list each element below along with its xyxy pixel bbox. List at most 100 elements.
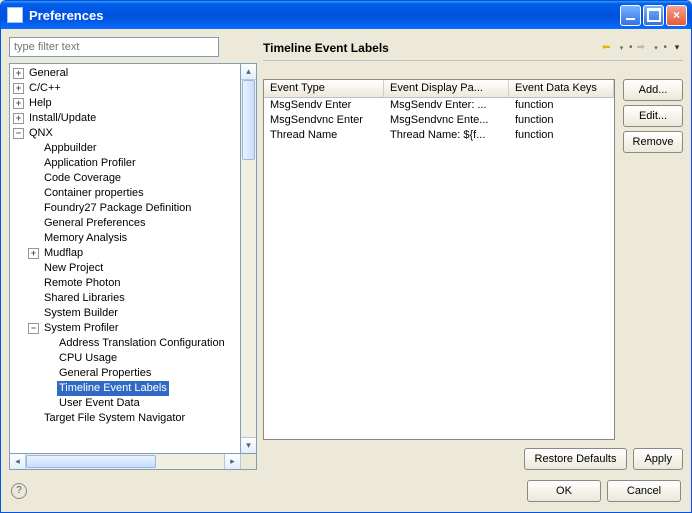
add-button[interactable]: Add... (623, 79, 683, 101)
scroll-thumb[interactable] (242, 80, 255, 160)
tree-item[interactable]: System Profiler (28, 321, 240, 336)
tree-item-label: Address Translation Configuration (57, 336, 227, 351)
help-icon[interactable]: ? (11, 483, 27, 499)
tree-item-label: System Profiler (42, 321, 121, 336)
tree-item[interactable]: Foundry27 Package Definition (28, 201, 240, 216)
expander-icon[interactable] (13, 98, 24, 109)
table-row[interactable]: Thread NameThread Name: ${f...function (264, 128, 614, 143)
tree-item[interactable]: Container properties (28, 186, 240, 201)
tree-item[interactable]: System Builder (28, 306, 240, 321)
tree-item-label: Shared Libraries (42, 291, 127, 306)
tree-item[interactable]: C/C++ (13, 81, 240, 96)
tree-item[interactable]: Timeline Event Labels (43, 381, 240, 396)
tree-item[interactable]: QNX (13, 126, 240, 141)
tree-item-label: General (27, 66, 70, 81)
event-labels-table[interactable]: Event Type Event Display Pa... Event Dat… (263, 79, 615, 440)
tree-item-label: Mudflap (42, 246, 85, 261)
close-button[interactable]: × (666, 5, 687, 26)
tree-vertical-scrollbar[interactable]: ▴ ▾ (241, 63, 257, 454)
tree-item[interactable]: Help (13, 96, 240, 111)
cell-event-pattern: MsgSendvnc Ente... (384, 113, 509, 128)
app-icon (7, 7, 23, 23)
edit-button[interactable]: Edit... (623, 105, 683, 127)
cell-event-type: MsgSendvnc Enter (264, 113, 384, 128)
title-bar[interactable]: Preferences × (1, 1, 691, 29)
tree-item[interactable]: Mudflap (28, 246, 240, 261)
cell-event-pattern: Thread Name: ${f... (384, 128, 509, 143)
tree-item-label: Help (27, 96, 54, 111)
tree-item[interactable]: General (13, 66, 240, 81)
tree-item-label: QNX (27, 126, 55, 141)
page-title: Timeline Event Labels (263, 41, 389, 55)
tree-item[interactable]: Appbuilder (28, 141, 240, 156)
back-menu-icon[interactable] (618, 42, 625, 54)
expander-icon[interactable] (13, 113, 24, 124)
window-title: Preferences (29, 8, 103, 23)
tree-item[interactable]: Shared Libraries (28, 291, 240, 306)
tree-item-label: Container properties (42, 186, 146, 201)
tree-item-label: General Preferences (42, 216, 148, 231)
tree-item-label: New Project (42, 261, 105, 276)
col-event-pattern[interactable]: Event Display Pa... (384, 80, 509, 97)
tree-item[interactable]: General Preferences (28, 216, 240, 231)
tree-item[interactable]: CPU Usage (43, 351, 240, 366)
scroll-corner (240, 454, 256, 469)
expander-icon[interactable] (13, 128, 24, 139)
tree-item[interactable]: Address Translation Configuration (43, 336, 240, 351)
scroll-left-button[interactable]: ◂ (10, 454, 26, 469)
cell-event-keys: function (509, 113, 614, 128)
tree-item-label: General Properties (57, 366, 153, 381)
expander-icon[interactable] (28, 323, 39, 334)
col-event-type[interactable]: Event Type (264, 80, 384, 97)
tree-horizontal-scrollbar[interactable]: ◂ ▸ (9, 454, 257, 470)
preferences-tree[interactable]: GeneralC/C++HelpInstall/UpdateQNXAppbuil… (9, 63, 241, 454)
cell-event-pattern: MsgSendv Enter: ... (384, 98, 509, 113)
tree-item-label: C/C++ (27, 81, 63, 96)
tree-item-label: Remote Photon (42, 276, 122, 291)
apply-button[interactable]: Apply (633, 448, 683, 470)
tree-item-label: System Builder (42, 306, 120, 321)
cell-event-keys: function (509, 128, 614, 143)
forward-menu-icon[interactable] (652, 42, 659, 54)
tree-item[interactable]: General Properties (43, 366, 240, 381)
expander-icon[interactable] (28, 248, 39, 259)
cell-event-type: Thread Name (264, 128, 384, 143)
hscroll-thumb[interactable] (26, 455, 156, 468)
table-row[interactable]: MsgSendv EnterMsgSendv Enter: ...functio… (264, 98, 614, 113)
tree-item[interactable]: Remote Photon (28, 276, 240, 291)
tree-item-label: Timeline Event Labels (57, 381, 169, 396)
tree-item[interactable]: User Event Data (43, 396, 240, 411)
scroll-up-button[interactable]: ▴ (241, 64, 256, 80)
tree-item[interactable]: Target File System Navigator (28, 411, 240, 426)
maximize-button[interactable] (643, 5, 664, 26)
tree-item[interactable]: Code Coverage (28, 171, 240, 186)
minimize-button[interactable] (620, 5, 641, 26)
tree-item-label: Appbuilder (42, 141, 99, 156)
restore-defaults-button[interactable]: Restore Defaults (524, 448, 628, 470)
back-icon[interactable] (602, 42, 614, 54)
tree-item-label: Install/Update (27, 111, 98, 126)
col-event-keys[interactable]: Event Data Keys (509, 80, 614, 97)
tree-item-label: Foundry27 Package Definition (42, 201, 193, 216)
cell-event-keys: function (509, 98, 614, 113)
tree-item-label: Target File System Navigator (42, 411, 187, 426)
tree-item[interactable]: Install/Update (13, 111, 240, 126)
tree-item-label: User Event Data (57, 396, 142, 411)
tree-item[interactable]: Memory Analysis (28, 231, 240, 246)
scroll-down-button[interactable]: ▾ (241, 437, 256, 453)
tree-item-label: Memory Analysis (42, 231, 129, 246)
tree-item[interactable]: New Project (28, 261, 240, 276)
cell-event-type: MsgSendv Enter (264, 98, 384, 113)
remove-button[interactable]: Remove (623, 131, 683, 153)
forward-icon (636, 42, 648, 54)
table-row[interactable]: MsgSendvnc EnterMsgSendvnc Ente...functi… (264, 113, 614, 128)
filter-input[interactable] (9, 37, 219, 57)
expander-icon[interactable] (13, 68, 24, 79)
view-menu-icon[interactable] (671, 42, 683, 53)
ok-button[interactable]: OK (527, 480, 601, 502)
expander-icon[interactable] (13, 83, 24, 94)
tree-item[interactable]: Application Profiler (28, 156, 240, 171)
scroll-right-button[interactable]: ▸ (224, 454, 240, 469)
cancel-button[interactable]: Cancel (607, 480, 681, 502)
tree-item-label: Code Coverage (42, 171, 123, 186)
